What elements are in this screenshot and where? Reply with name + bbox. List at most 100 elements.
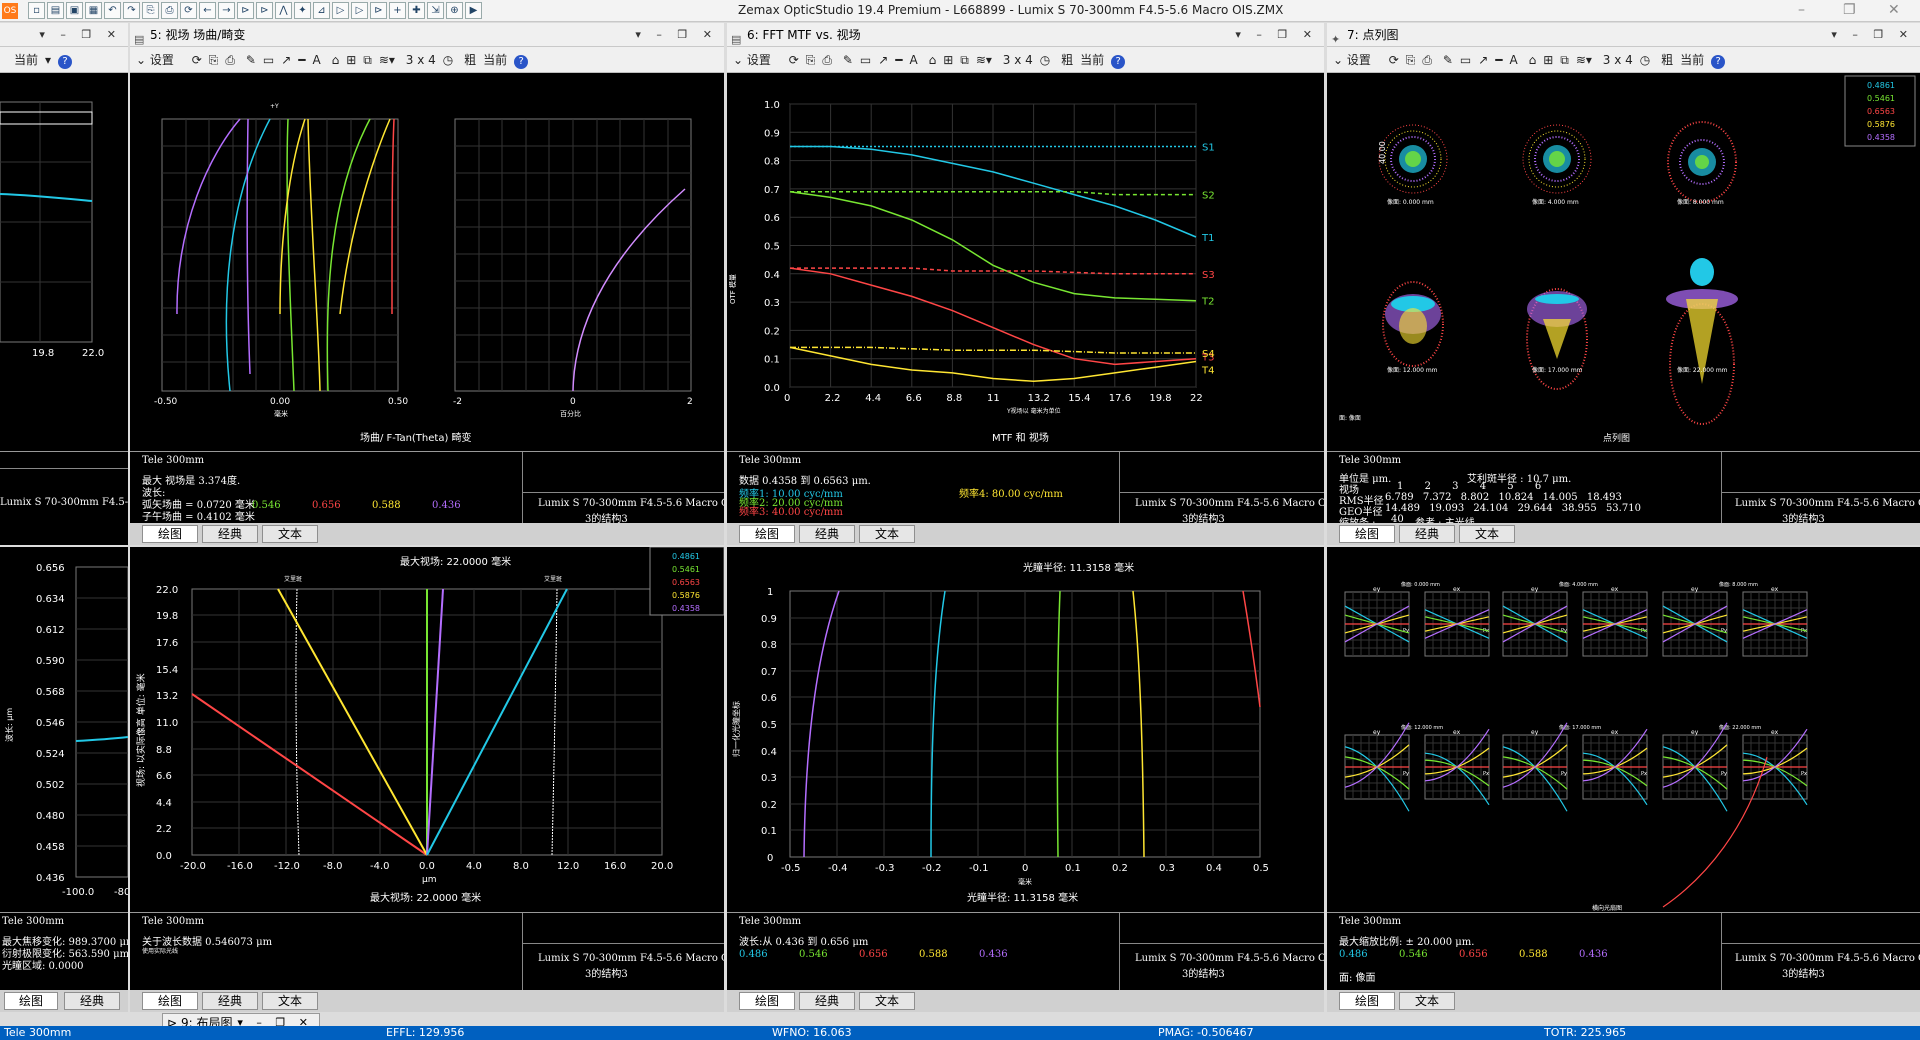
lock-icon[interactable]: ⌂	[1529, 53, 1537, 67]
layers-icon[interactable]: ≋▾	[1576, 53, 1592, 67]
panel-tab[interactable]: ▤ 5: 视场 场曲/畸变 ▾ – ❐ ✕	[130, 23, 724, 47]
tab-plot[interactable]: 绘图	[142, 525, 198, 543]
print-icon[interactable]: ⎙	[822, 53, 832, 67]
tab-classic[interactable]: 经典	[64, 992, 120, 1010]
current-dropdown[interactable]: 当前	[14, 53, 38, 67]
refresh-icon[interactable]: ⟳	[1389, 53, 1399, 67]
tab-text[interactable]: 文本	[859, 525, 915, 543]
grid-dropdown[interactable]: 3 x 4	[406, 53, 436, 67]
copy-icon[interactable]: ⎘	[806, 53, 816, 67]
open-icon[interactable]: ▤	[47, 2, 64, 19]
window-controls[interactable]: ▾ – ❐ ✕	[1235, 23, 1318, 47]
merit-icon[interactable]: ✚	[408, 2, 425, 19]
coarse-dropdown[interactable]: 粗	[1661, 53, 1673, 67]
help-icon[interactable]: ?	[514, 55, 529, 69]
rectangle-icon[interactable]: ▭	[263, 53, 274, 67]
panel-tab[interactable]: ✦ 7: 点列图 ▾ – ❐ ✕	[1327, 23, 1920, 47]
grid-icon[interactable]: ⊞	[943, 53, 953, 67]
plus-icon[interactable]: +	[389, 2, 406, 19]
rectangle-icon[interactable]: ▭	[860, 53, 871, 67]
lock-icon[interactable]: ⌂	[332, 53, 340, 67]
tab-classic[interactable]: 经典	[202, 992, 258, 1010]
optimize-icon[interactable]: ⊕	[446, 2, 463, 19]
line-icon[interactable]: ━	[895, 53, 902, 67]
current-dropdown[interactable]: 当前	[1080, 53, 1104, 67]
tab-text[interactable]: 文本	[1399, 992, 1455, 1010]
window-icon[interactable]: ⧉	[363, 53, 372, 67]
tab-text[interactable]: 文本	[262, 525, 318, 543]
print-icon[interactable]: ⎙	[1422, 53, 1432, 67]
save-icon[interactable]: ▣	[66, 2, 83, 19]
grid-dropdown[interactable]: 3 x 4	[1003, 53, 1033, 67]
text-icon[interactable]: A	[313, 53, 321, 67]
tab-plot[interactable]: 绘图	[4, 992, 58, 1010]
arrow-icon[interactable]: ↗	[878, 53, 888, 67]
lock-icon[interactable]: ⌂	[929, 53, 937, 67]
coarse-dropdown[interactable]: 粗	[464, 53, 476, 67]
window-controls[interactable]: ▾ – ❐ ✕	[39, 23, 122, 47]
pencil-icon[interactable]: ✎	[1443, 53, 1453, 67]
psf-icon[interactable]: ⊳	[370, 2, 387, 19]
layers-icon[interactable]: ≋▾	[976, 53, 992, 67]
tab-classic[interactable]: 经典	[799, 992, 855, 1010]
redo-icon[interactable]: ↷	[123, 2, 140, 19]
copy-icon[interactable]: ⎘	[209, 53, 219, 67]
tab-plot[interactable]: 绘图	[739, 525, 795, 543]
clock-icon[interactable]: ◷	[1040, 53, 1050, 67]
current-dropdown[interactable]: 当前	[1680, 53, 1704, 67]
help-icon[interactable]: ?	[58, 55, 73, 69]
arrow-icon[interactable]: ↗	[1478, 53, 1488, 67]
clock-icon[interactable]: ◷	[443, 53, 453, 67]
forward-icon[interactable]: →	[218, 2, 235, 19]
restore-icon[interactable]: ❐	[1843, 2, 1856, 18]
tab-classic[interactable]: 经典	[1399, 525, 1455, 543]
line-icon[interactable]: ━	[298, 53, 305, 67]
current-dropdown[interactable]: 当前	[483, 53, 507, 67]
save-as-icon[interactable]: ▦	[85, 2, 102, 19]
mtf-icon[interactable]: ⊿	[313, 2, 330, 19]
layers-icon[interactable]: ≋▾	[379, 53, 395, 67]
tab-classic[interactable]: 经典	[799, 525, 855, 543]
tab-plot[interactable]: 绘图	[739, 992, 795, 1010]
help-icon[interactable]: ?	[1111, 55, 1126, 69]
refresh-icon[interactable]: ⟳	[789, 53, 799, 67]
paste-icon[interactable]: ⎙	[161, 2, 178, 19]
tab-plot[interactable]: 绘图	[1339, 992, 1395, 1010]
tab-plot[interactable]: 绘图	[1339, 525, 1395, 543]
tolerance-icon[interactable]: ⇲	[427, 2, 444, 19]
window-controls[interactable]: ▾ – ❐ ✕	[635, 23, 718, 47]
grid-icon[interactable]: ⊞	[1543, 53, 1553, 67]
text-icon[interactable]: A	[910, 53, 918, 67]
coarse-dropdown[interactable]: 粗	[1061, 53, 1073, 67]
text-icon[interactable]: A	[1510, 53, 1518, 67]
wave-icon[interactable]: ⋀	[275, 2, 292, 19]
arrow-icon[interactable]: ↗	[281, 53, 291, 67]
rectangle-icon[interactable]: ▭	[1460, 53, 1471, 67]
settings-button[interactable]: ⌄ 设置	[136, 53, 181, 67]
settings-button[interactable]: ⌄ 设置	[733, 53, 778, 67]
back-icon[interactable]: ←	[199, 2, 216, 19]
pencil-icon[interactable]: ✎	[843, 53, 853, 67]
window-icon[interactable]: ⧉	[960, 53, 969, 67]
refresh-icon[interactable]: ⟳	[192, 53, 202, 67]
spot-icon[interactable]: ✦	[294, 2, 311, 19]
tab-text[interactable]: 文本	[1459, 525, 1515, 543]
tab-text[interactable]: 文本	[859, 992, 915, 1010]
tab-classic[interactable]: 经典	[202, 525, 258, 543]
layout2-icon[interactable]: ▷	[332, 2, 349, 19]
tab-plot[interactable]: 绘图	[142, 992, 198, 1010]
copy-icon[interactable]: ⎘	[1406, 53, 1416, 67]
print-icon[interactable]: ⎙	[225, 53, 235, 67]
close-icon[interactable]: ✕	[1888, 2, 1900, 18]
pencil-icon[interactable]: ✎	[246, 53, 256, 67]
undo-icon[interactable]: ↶	[104, 2, 121, 19]
layout-icon[interactable]: ⊳	[237, 2, 254, 19]
window-icon[interactable]: ⧉	[1560, 53, 1569, 67]
refresh-icon[interactable]: ⟳	[180, 2, 197, 19]
grid-dropdown[interactable]: 3 x 4	[1603, 53, 1633, 67]
window-controls[interactable]: ▾ – ❐ ✕	[1831, 23, 1914, 47]
analysis-icon[interactable]: ⊳	[256, 2, 273, 19]
line-icon[interactable]: ━	[1495, 53, 1502, 67]
new-icon[interactable]: ▫	[28, 2, 45, 19]
copy-icon[interactable]: ⎘	[142, 2, 159, 19]
